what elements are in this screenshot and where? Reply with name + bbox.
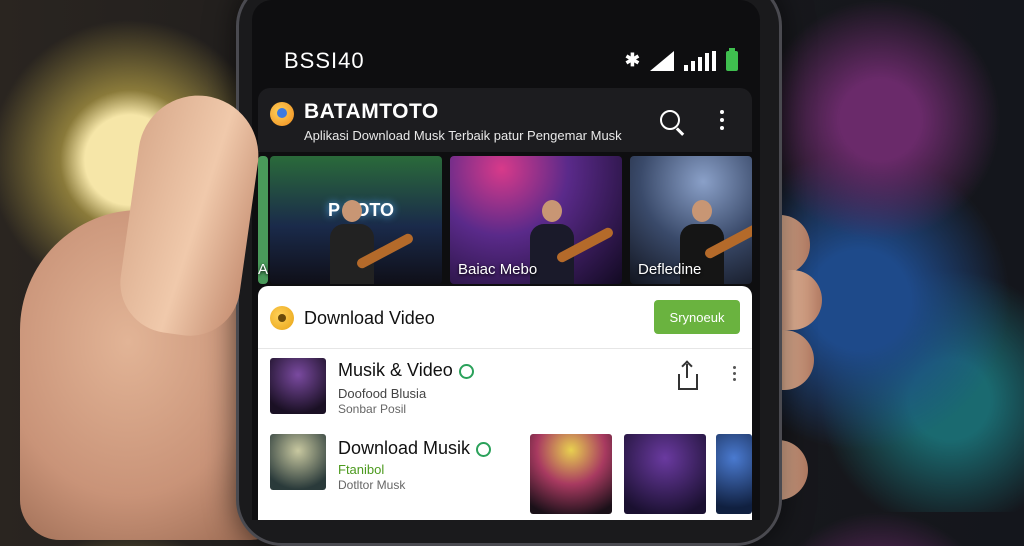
download-video-icon: [270, 306, 294, 330]
list-item-title: Musik & Video: [338, 360, 474, 381]
list-item-subtitle: Doofood Blusia: [338, 386, 427, 401]
app-title: BATAMTOTO: [304, 100, 439, 123]
bluetooth-icon: ✱: [624, 50, 640, 70]
list-thumbnail: [270, 434, 326, 490]
carousel-slide-label: Defledine: [638, 261, 702, 278]
carousel-slide-peek[interactable]: Ai: [258, 156, 268, 284]
signal-icon: [684, 50, 716, 71]
mini-thumbnail-2[interactable]: [624, 434, 706, 514]
app-subtitle: Aplikasi Download Musk Terbaik patur Pen…: [304, 128, 622, 143]
carousel-slide-2[interactable]: Baiac Mebo: [450, 156, 622, 284]
carousel-slide-label: Baiac Mebo: [458, 261, 538, 278]
app-header: BATAMTOTO Aplikasi Download Musk Terbaik…: [258, 88, 752, 152]
featured-carousel: Ai P TOTO Baiac Mebo Defledine: [258, 156, 752, 284]
app-logo-icon: [270, 102, 294, 126]
list-item-meta: Dotltor Musk: [338, 478, 406, 492]
status-time: BSSI40: [284, 48, 365, 73]
performer-image: [330, 200, 374, 284]
share-icon[interactable]: [678, 364, 698, 390]
more-vert-icon[interactable]: [720, 110, 724, 130]
carousel-slide-1[interactable]: P TOTO: [270, 156, 442, 284]
list-thumbnail: [270, 358, 326, 414]
status-bar: BSSI40 ✱: [252, 40, 760, 80]
list-item[interactable]: Musik & Video Doofood Blusia Sonbar Posi…: [258, 356, 752, 436]
verified-icon: [458, 363, 474, 379]
mini-thumbnail-1[interactable]: [530, 434, 612, 514]
battery-icon: [726, 47, 738, 71]
status-icons: ✱: [624, 47, 738, 71]
wifi-icon: [650, 50, 674, 71]
download-video-title: Download Video: [304, 308, 435, 328]
verified-icon: [476, 441, 492, 457]
phone-screen: BSSI40 ✱ BATAMTOTO Aplikasi Download Mus…: [252, 0, 760, 520]
list-item-subtitle: Ftanibol: [338, 462, 385, 477]
content-panel: Download Video Srynoeuk Musik & Video Do…: [258, 286, 752, 520]
download-bar: Download Video Srynoeuk: [258, 286, 752, 349]
list-item-meta: Sonbar Posil: [338, 402, 407, 416]
list-item-title: Download Musik: [338, 438, 492, 459]
item-more-icon[interactable]: [733, 366, 736, 384]
download-button[interactable]: Srynoeuk: [654, 300, 740, 334]
carousel-slide-label: Ai: [258, 261, 268, 278]
mini-thumbnail-3[interactable]: [716, 434, 752, 514]
carousel-slide-3[interactable]: Defledine: [630, 156, 752, 284]
search-icon[interactable]: [660, 110, 680, 130]
